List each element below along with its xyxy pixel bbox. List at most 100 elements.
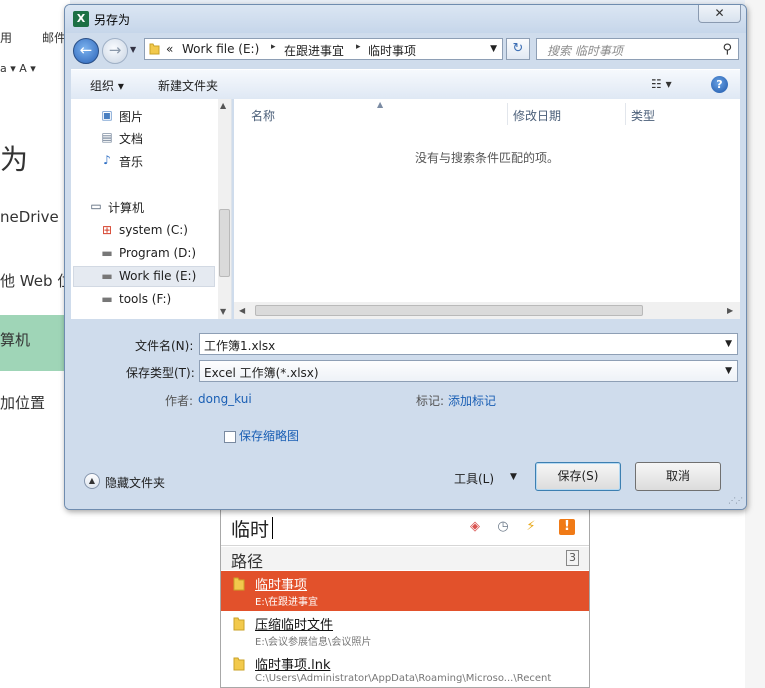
lightning-icon[interactable]: ⚡ — [523, 519, 539, 535]
scroll-left-icon[interactable]: ◀ — [239, 306, 245, 315]
breadcrumb-current-folder[interactable]: 临时事项 — [368, 42, 416, 59]
view-options-button[interactable]: ☷ ▾ — [651, 77, 672, 91]
organize-button[interactable]: 组织 ▾ — [90, 77, 124, 94]
breadcrumb-separator-icon[interactable]: ▸ — [356, 42, 361, 52]
tools-button[interactable]: 工具(L) — [454, 470, 494, 487]
breadcrumb-drive[interactable]: Work file (E:) — [182, 42, 259, 56]
nav-item-drive-f[interactable]: ▬ tools (F:) — [99, 290, 209, 311]
chevron-down-icon[interactable]: ▼ — [725, 339, 732, 349]
backstage-item-computer[interactable]: 算机 — [0, 315, 70, 371]
nav-item-documents[interactable]: ▤ 文档 — [99, 128, 209, 149]
column-header-modified[interactable]: 修改日期 — [513, 107, 561, 124]
search-input[interactable]: 搜索 临时事项 ⚲ — [536, 38, 739, 60]
folder-icon — [149, 43, 160, 55]
dialog-titlebar[interactable]: X 另存为 ✕ — [65, 5, 746, 33]
sort-ascending-icon: ▲ — [377, 100, 384, 109]
column-header-type[interactable]: 类型 — [631, 107, 655, 124]
result-title: 临时事项.lnk — [255, 658, 331, 673]
address-dropdown-icon[interactable]: ▼ — [490, 44, 497, 54]
backstage-item-web[interactable]: 他 Web 位 — [0, 270, 70, 291]
save-thumbnail-label[interactable]: 保存缩略图 — [239, 427, 299, 444]
scroll-down-icon[interactable]: ▼ — [220, 307, 226, 316]
popup-search-field[interactable]: 临时 ◈ ◷ ⚡ ! — [221, 510, 589, 546]
savetype-label: 保存类型(T): — [126, 366, 195, 380]
result-path: C:\Users\Administrator\AppData\Roaming\M… — [255, 673, 552, 684]
save-thumbnail-checkbox[interactable] — [224, 431, 236, 443]
tag-icon[interactable]: ◈ — [467, 519, 483, 535]
music-icon: ♪ — [103, 153, 111, 167]
cancel-button[interactable]: 取消 — [635, 462, 721, 491]
save-button[interactable]: 保存(S) — [535, 462, 621, 491]
column-divider[interactable] — [507, 103, 508, 125]
result-row[interactable]: 临时事项.lnk C:\Users\Administrator\AppData\… — [221, 651, 589, 688]
result-path: E:\会议参展信息\会议照片 — [255, 637, 372, 648]
horizontal-scrollbar-thumb[interactable] — [255, 305, 643, 316]
dialog-footer: ▲ 隐藏文件夹 工具(L) ▼ 保存(S) 取消 ⋰⋰ — [65, 447, 746, 509]
popup-query-text[interactable]: 临时 — [231, 515, 269, 542]
search-icon[interactable]: ⚲ — [722, 42, 732, 57]
backstage-item-add-place[interactable]: 加位置 — [0, 392, 45, 413]
filename-label: 文件名(N): — [135, 339, 194, 353]
column-divider[interactable] — [625, 103, 626, 125]
ribbon-tab[interactable]: 用 — [0, 29, 12, 46]
tags-label: 标记: — [416, 394, 445, 408]
breadcrumb-separator-icon[interactable]: ▸ — [271, 42, 276, 52]
nav-item-drive-e[interactable]: ▬ Work file (E:) — [73, 266, 215, 287]
help-icon[interactable]: ? — [711, 76, 728, 93]
add-tag-link[interactable]: 添加标记 — [448, 392, 496, 409]
section-label: 路径 — [231, 552, 264, 571]
address-bar[interactable]: « Work file (E:) ▸ 在跟进事宜 ▸ 临时事项 ▼ — [144, 38, 503, 60]
close-button[interactable]: ✕ — [698, 5, 741, 23]
nav-item-drive-d[interactable]: ▬ Program (D:) — [99, 244, 209, 265]
format-toolbar[interactable]: a ▾ A ▾ — [0, 62, 70, 80]
column-header-name[interactable]: 名称 — [251, 107, 275, 124]
nav-item-drive-c[interactable]: ⊞ system (C:) — [99, 221, 209, 242]
history-dropdown-icon[interactable]: ▼ — [130, 45, 136, 54]
back-arrow-icon[interactable]: ← — [73, 38, 99, 64]
navigation-pane: ▣ 图片 ▤ 文档 ♪ 音乐 ▭ 计算机 ⊞ system (C:) ▬ Pro… — [71, 99, 232, 319]
backstage-item-computer-label: 算机 — [0, 331, 31, 349]
hide-folders-button[interactable]: 隐藏文件夹 — [105, 474, 165, 491]
filename-field[interactable]: 工作簿1.xlsx ▼ — [199, 333, 738, 355]
chevron-down-icon[interactable]: ▼ — [725, 366, 732, 376]
refresh-icon[interactable]: ↻ — [506, 38, 530, 60]
breadcrumb-overflow[interactable]: « — [166, 42, 173, 56]
nav-item-label: 文档 — [119, 132, 144, 146]
alert-icon[interactable]: ! — [559, 519, 575, 535]
collapse-arrow-icon[interactable]: ▲ — [84, 473, 100, 489]
backstage-item-onedrive[interactable]: neDrive - — [0, 208, 69, 226]
nav-item-pictures[interactable]: ▣ 图片 — [99, 106, 209, 127]
resize-grip-icon[interactable]: ⋰⋰ — [728, 496, 743, 505]
scroll-right-icon[interactable]: ▶ — [727, 306, 733, 315]
nav-item-music[interactable]: ♪ 音乐 — [99, 151, 209, 172]
text-caret — [272, 517, 273, 539]
command-bar: 组织 ▾ 新建文件夹 ☷ ▾ ? — [71, 69, 740, 99]
backstage-heading: 为 — [0, 143, 29, 176]
result-row[interactable]: 压缩临时文件 E:\会议参展信息\会议照片 — [221, 611, 589, 651]
chevron-down-icon[interactable]: ▼ — [510, 472, 517, 482]
result-row[interactable]: 临时事项 E:\在跟进事宜 — [221, 571, 589, 611]
savetype-select[interactable]: Excel 工作簿(*.xlsx) ▼ — [199, 360, 738, 382]
documents-icon: ▤ — [101, 130, 113, 144]
scroll-up-icon[interactable]: ▲ — [220, 101, 226, 110]
nav-item-label: Program (D:) — [119, 246, 197, 260]
nav-item-label: 图片 — [119, 110, 144, 124]
ribbon-tab-mail[interactable]: 邮件 — [42, 29, 66, 46]
popup-section-header: 路径 3 — [221, 547, 589, 571]
clock-icon[interactable]: ◷ — [495, 519, 511, 535]
result-title: 压缩临时文件 — [255, 618, 334, 633]
forward-arrow-icon[interactable]: → — [102, 38, 128, 64]
nav-scrollbar-thumb[interactable] — [219, 209, 230, 277]
folder-icon — [233, 577, 245, 591]
search-placeholder: 搜索 临时事项 — [547, 44, 623, 58]
filename-value: 工作簿1.xlsx — [204, 339, 276, 353]
breadcrumb-folder[interactable]: 在跟进事宜 — [284, 42, 344, 59]
drive-icon: ▬ — [101, 292, 113, 306]
nav-item-label: Work file (E:) — [119, 269, 197, 283]
folder-icon — [233, 617, 245, 631]
result-title: 临时事项 — [255, 578, 308, 593]
author-value[interactable]: dong_kui — [198, 392, 252, 406]
nav-item-computer[interactable]: ▭ 计算机 — [88, 197, 208, 218]
nav-item-label: 音乐 — [119, 155, 144, 169]
new-folder-button[interactable]: 新建文件夹 — [158, 77, 218, 94]
